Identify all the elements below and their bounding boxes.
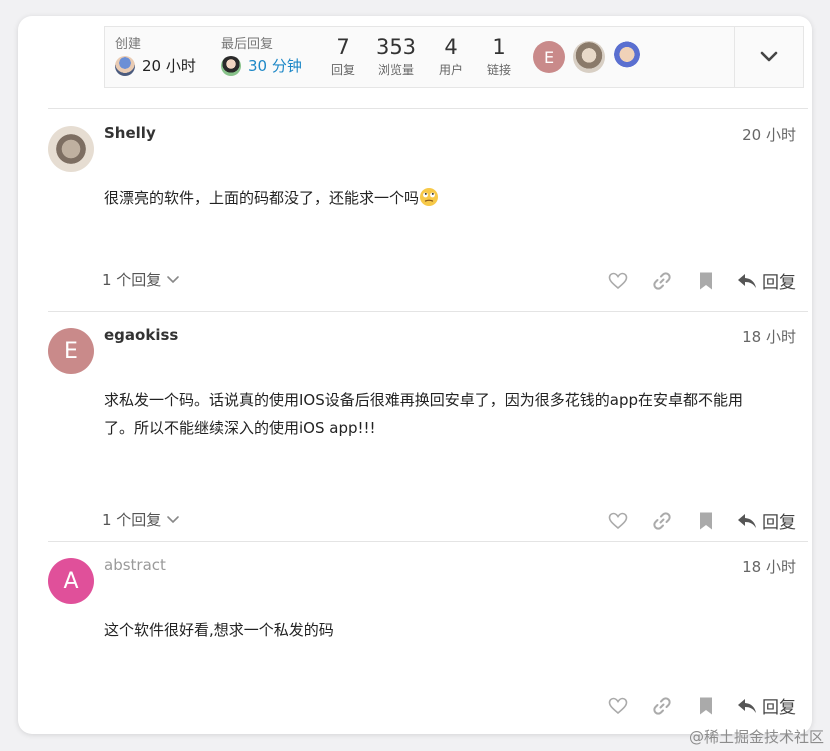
expand-summary-button[interactable] bbox=[734, 27, 803, 87]
post-time[interactable]: 18 小时 bbox=[742, 326, 796, 347]
link-icon bbox=[653, 511, 671, 530]
post-body: 这个软件很好看,想求一个私发的码 bbox=[104, 616, 794, 644]
link-icon bbox=[653, 696, 671, 715]
reply-arrow-icon bbox=[738, 513, 756, 528]
last-reply-link[interactable]: 30 分钟 bbox=[248, 55, 302, 76]
chevron-down-icon bbox=[167, 515, 180, 523]
bookmark-button[interactable] bbox=[695, 270, 717, 292]
bookmark-button[interactable] bbox=[695, 510, 717, 532]
chevron-down-icon bbox=[167, 275, 180, 283]
stat-replies: 7 回复 bbox=[323, 35, 363, 78]
post-text: 很漂亮的软件，上面的码都没了，还能求一个吗 bbox=[104, 189, 420, 207]
stat-num: 353 bbox=[375, 35, 417, 59]
participant-avatar-e[interactable]: E bbox=[533, 41, 565, 73]
stat-label: 用户 bbox=[438, 63, 463, 77]
chevron-down-icon bbox=[760, 51, 778, 62]
post-time[interactable]: 18 小时 bbox=[742, 556, 796, 577]
created-info: 创建 20 小时 bbox=[115, 33, 196, 76]
reply-label: 回复 bbox=[762, 273, 796, 293]
username[interactable]: egaokiss bbox=[104, 326, 178, 344]
participant-avatar-2[interactable] bbox=[573, 41, 605, 73]
replies-toggle[interactable]: 1 个回复 bbox=[102, 269, 180, 290]
participant-avatar-3[interactable] bbox=[611, 41, 643, 73]
stat-links: 1 链接 bbox=[479, 35, 519, 78]
last-reply-label: 最后回复 bbox=[221, 37, 274, 52]
reply-arrow-icon bbox=[738, 698, 756, 713]
replies-count: 1 个回复 bbox=[102, 271, 162, 289]
avatar-letter: A bbox=[63, 568, 79, 594]
post-body: 很漂亮的软件，上面的码都没了，还能求一个吗 bbox=[104, 184, 794, 212]
stat-users: 4 用户 bbox=[431, 35, 471, 78]
reply-label: 回复 bbox=[762, 513, 796, 533]
like-button[interactable] bbox=[607, 695, 629, 717]
participant-letter: E bbox=[543, 47, 555, 67]
avatar[interactable]: A bbox=[48, 558, 94, 604]
avatar[interactable]: E bbox=[48, 328, 94, 374]
link-icon bbox=[653, 271, 671, 290]
username[interactable]: abstract bbox=[104, 556, 166, 574]
reply-button[interactable]: 回复 bbox=[737, 508, 796, 533]
stat-num: 7 bbox=[336, 35, 350, 59]
share-link-button[interactable] bbox=[651, 510, 673, 532]
post-egaokiss: E egaokiss 18 小时 求私发一个码。话说真的使用IOS设备后很难再换… bbox=[48, 326, 796, 536]
post-actions: 回复 bbox=[585, 693, 796, 718]
avatar-letter: E bbox=[64, 338, 78, 364]
divider bbox=[48, 541, 808, 542]
created-value: 20 小时 bbox=[142, 57, 196, 75]
created-label: 创建 bbox=[115, 37, 142, 52]
stat-label: 浏览量 bbox=[377, 63, 414, 77]
bookmark-icon bbox=[700, 697, 712, 714]
rolling-eyes-emoji-icon bbox=[420, 188, 439, 206]
post-text-line: 了。所以不能继续深入的使用iOS app!!! bbox=[104, 419, 376, 437]
bookmark-button[interactable] bbox=[695, 695, 717, 717]
post-actions: 回复 bbox=[585, 508, 796, 533]
stat-label: 回复 bbox=[330, 63, 355, 77]
last-replier-avatar[interactable] bbox=[221, 55, 241, 76]
divider bbox=[48, 311, 808, 312]
stat-num: 1 bbox=[492, 35, 506, 59]
stat-label: 链接 bbox=[486, 63, 511, 77]
last-reply-info: 最后回复 30 分钟 bbox=[221, 33, 302, 76]
replies-count: 1 个回复 bbox=[102, 511, 162, 529]
heart-icon bbox=[608, 272, 628, 289]
bookmark-icon bbox=[700, 512, 712, 529]
share-link-button[interactable] bbox=[651, 695, 673, 717]
divider bbox=[48, 108, 808, 109]
topic-summary: 创建 20 小时 最后回复 30 分钟 7 回复 353 浏览量 4 用户 1 bbox=[104, 26, 804, 88]
reply-button[interactable]: 回复 bbox=[737, 693, 796, 718]
username[interactable]: Shelly bbox=[104, 124, 156, 142]
heart-icon bbox=[608, 512, 628, 529]
stat-num: 4 bbox=[444, 35, 458, 59]
topic-card: 创建 20 小时 最后回复 30 分钟 7 回复 353 浏览量 4 用户 1 bbox=[18, 16, 812, 734]
avatar[interactable] bbox=[48, 126, 94, 172]
post-shelly: Shelly 20 小时 很漂亮的软件，上面的码都没了，还能求一个吗 1 个回复 bbox=[48, 124, 796, 304]
reply-label: 回复 bbox=[762, 698, 796, 718]
post-actions: 回复 bbox=[585, 268, 796, 293]
heart-icon bbox=[608, 697, 628, 714]
stat-views: 353 浏览量 bbox=[371, 35, 421, 78]
reply-button[interactable]: 回复 bbox=[737, 268, 796, 293]
creator-avatar[interactable] bbox=[115, 55, 135, 76]
post-body: 求私发一个码。话说真的使用IOS设备后很难再换回安卓了，因为很多花钱的app在安… bbox=[104, 386, 794, 442]
post-text-line: 求私发一个码。话说真的使用IOS设备后很难再换回安卓了，因为很多花钱的app在安… bbox=[104, 391, 743, 409]
like-button[interactable] bbox=[607, 270, 629, 292]
like-button[interactable] bbox=[607, 510, 629, 532]
post-abstract: A abstract 18 小时 这个软件很好看,想求一个私发的码 回复 bbox=[48, 556, 796, 731]
bookmark-icon bbox=[700, 272, 712, 289]
reply-arrow-icon bbox=[738, 273, 756, 288]
watermark: @稀土掘金技术社区 bbox=[688, 728, 824, 746]
replies-toggle[interactable]: 1 个回复 bbox=[102, 509, 180, 530]
post-time[interactable]: 20 小时 bbox=[742, 124, 796, 145]
post-text: 这个软件很好看,想求一个私发的码 bbox=[104, 621, 334, 639]
share-link-button[interactable] bbox=[651, 270, 673, 292]
